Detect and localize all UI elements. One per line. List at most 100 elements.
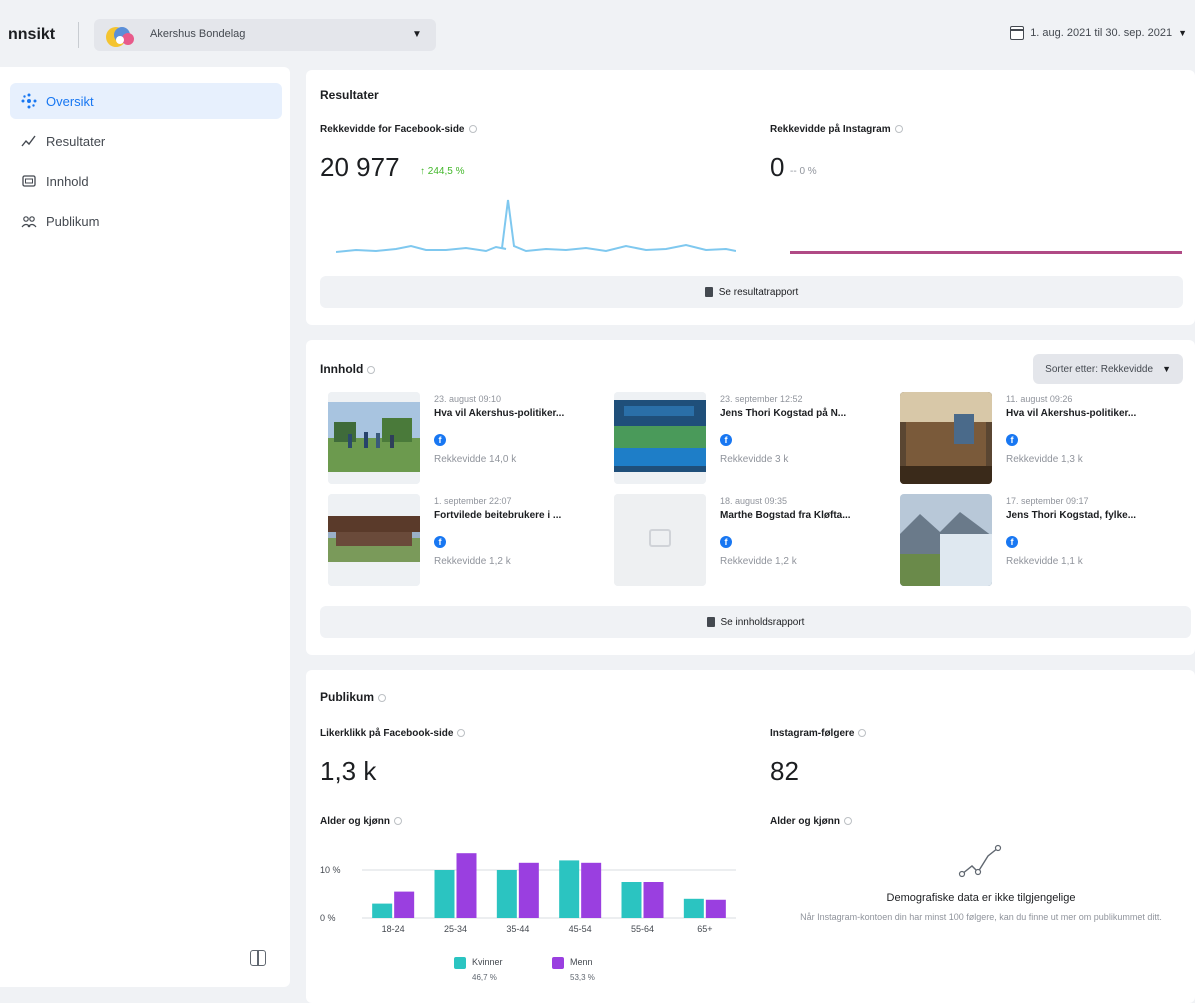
- post-date: 23. august 09:10: [434, 394, 502, 404]
- post-thumbnail[interactable]: [614, 494, 706, 586]
- date-range-label: 1. aug. 2021 til 30. sep. 2021: [1030, 27, 1173, 39]
- facebook-likes-value: 1,3 k: [320, 756, 377, 786]
- x-tick-label: 18-24: [382, 924, 405, 934]
- sidebar-item-resultater[interactable]: Resultater: [10, 123, 282, 159]
- bar-kvinner-35-44[interactable]: [496, 870, 517, 918]
- document-icon: [706, 617, 715, 627]
- bar-menn-35-44[interactable]: [518, 862, 539, 918]
- post-date: 1. september 22:07: [434, 496, 512, 506]
- post-title[interactable]: Hva vil Akershus-politiker...: [434, 408, 564, 419]
- info-icon[interactable]: [894, 125, 903, 134]
- sidebar-item-publikum[interactable]: Publikum: [10, 203, 282, 239]
- bar-kvinner-45-54[interactable]: [559, 860, 580, 918]
- post-thumbnail[interactable]: [328, 494, 420, 586]
- post-date: 17. september 09:17: [1006, 496, 1089, 506]
- info-icon[interactable]: [367, 365, 376, 374]
- demographics-empty-text: Når Instagram-kontoen din har minst 100 …: [800, 912, 1162, 922]
- age-gender-chart: 10 % 0 % 18-24 25-34 35-44 45-54 55-64 65+: [320, 853, 736, 934]
- instagram-reach-sparkline: [790, 251, 1182, 254]
- account-selector[interactable]: Akershus Bondelag ▼: [94, 19, 436, 51]
- results-card: Resultater Rekkevidde for Facebook-side …: [306, 70, 1195, 325]
- results-title: Resultater: [320, 88, 379, 102]
- info-icon[interactable]: [468, 125, 477, 134]
- overview-icon: [20, 92, 38, 110]
- post-item[interactable]: 1. september 22:07 Fortvilede beitebruke…: [328, 494, 608, 586]
- post-item[interactable]: 18. august 09:35 Marthe Bogstad fra Kløf…: [614, 494, 894, 586]
- instagram-age-gender-label-text: Alder og kjønn: [770, 816, 840, 827]
- post-item[interactable]: 11. august 09:26 Hva vil Akershus-politi…: [900, 392, 1180, 484]
- facebook-icon: f: [720, 434, 732, 446]
- date-range-picker[interactable]: 1. aug. 2021 til 30. sep. 2021 ▼: [1010, 24, 1187, 42]
- info-icon[interactable]: [844, 817, 852, 826]
- audience-title-text: Publikum: [320, 690, 375, 704]
- instagram-reach-label-text: Rekkevidde på Instagram: [770, 124, 891, 135]
- facebook-icon: f: [434, 536, 446, 548]
- post-reach: Rekkevidde 1,1 k: [1006, 556, 1083, 567]
- bar-kvinner-18-24[interactable]: [372, 903, 393, 918]
- instagram-reach-label: Rekkevidde på Instagram: [770, 124, 903, 135]
- post-reach: Rekkevidde 1,2 k: [434, 556, 511, 567]
- post-thumbnail[interactable]: [328, 392, 420, 484]
- top-bar: nnsikt Akershus Bondelag ▼ 1. aug. 2021 …: [0, 0, 1195, 64]
- post-item[interactable]: 17. september 09:17 Jens Thori Kogstad, …: [900, 494, 1180, 586]
- sort-label: Sorter etter: Rekkevidde: [1045, 363, 1153, 375]
- x-tick-label: 45-54: [569, 924, 592, 934]
- instagram-reach-change: -- 0 %: [790, 166, 817, 177]
- sidebar-item-innhold[interactable]: Innhold: [10, 163, 282, 199]
- post-thumbnail[interactable]: [614, 392, 706, 484]
- x-tick-label: 55-64: [631, 924, 654, 934]
- content-title: Innhold: [320, 362, 376, 376]
- audience-icon: [20, 212, 38, 230]
- bar-menn-65+[interactable]: [705, 899, 726, 918]
- empty-chart-icon: [958, 844, 1002, 878]
- instagram-age-gender-label: Alder og kjønn: [770, 816, 852, 827]
- legend-label-menn: Menn: [570, 957, 593, 967]
- results-report-label: Se resultatrapport: [718, 286, 799, 298]
- post-item[interactable]: 23. august 09:10 Hva vil Akershus-politi…: [328, 392, 608, 484]
- post-date: 11. august 09:26: [1006, 394, 1073, 404]
- bar-menn-45-54[interactable]: [581, 862, 602, 918]
- app-title: nnsikt: [8, 26, 56, 43]
- content-icon: [20, 172, 38, 190]
- post-thumbnail[interactable]: [900, 494, 992, 586]
- post-title[interactable]: Marthe Bogstad fra Kløfta...: [720, 510, 851, 521]
- age-gender-label-text: Alder og kjønn: [320, 816, 390, 827]
- info-icon[interactable]: [858, 729, 867, 738]
- audience-title: Publikum: [320, 690, 387, 704]
- post-thumbnail[interactable]: [900, 392, 992, 484]
- instagram-followers-label-text: Instagram-følgere: [770, 728, 855, 739]
- bar-menn-25-34[interactable]: [456, 853, 477, 918]
- post-title[interactable]: Fortvilede beitebrukere i ...: [434, 510, 561, 521]
- bar-menn-18-24[interactable]: [394, 891, 415, 918]
- x-tick-label: 65+: [697, 924, 712, 934]
- facebook-icon: f: [720, 536, 732, 548]
- instagram-followers-label: Instagram-følgere: [770, 728, 867, 739]
- info-icon[interactable]: [378, 693, 387, 702]
- info-icon[interactable]: [457, 729, 466, 738]
- post-reach: Rekkevidde 1,2 k: [720, 556, 797, 567]
- bar-kvinner-25-34[interactable]: [434, 870, 455, 918]
- post-reach: Rekkevidde 14,0 k: [434, 454, 517, 465]
- results-report-button[interactable]: Se resultatrapport: [320, 276, 1183, 308]
- collapse-sidebar-icon[interactable]: [250, 950, 266, 966]
- calendar-icon: [1010, 26, 1025, 40]
- chevron-down-icon: ▼: [1178, 28, 1187, 38]
- info-icon[interactable]: [394, 817, 402, 826]
- bar-menn-55-64[interactable]: [643, 882, 664, 918]
- bar-kvinner-65+[interactable]: [683, 898, 704, 918]
- y-tick-label: 10 %: [320, 865, 341, 875]
- sort-dropdown[interactable]: Sorter etter: Rekkevidde ▼: [1033, 354, 1183, 384]
- x-tick-label: 25-34: [444, 924, 467, 934]
- sidebar-item-label: Resultater: [46, 133, 106, 149]
- post-title[interactable]: Jens Thori Kogstad, fylke...: [1006, 510, 1136, 521]
- y-tick-label: 0 %: [320, 913, 336, 923]
- post-item[interactable]: 23. september 12:52 Jens Thori Kogstad p…: [614, 392, 894, 484]
- post-title[interactable]: Jens Thori Kogstad på N...: [720, 408, 846, 419]
- sidebar-item-oversikt[interactable]: Oversikt: [10, 83, 282, 119]
- content-title-text: Innhold: [320, 362, 364, 376]
- bar-kvinner-55-64[interactable]: [621, 882, 642, 918]
- sidebar-item-label: Oversikt: [46, 93, 94, 109]
- post-title[interactable]: Hva vil Akershus-politiker...: [1006, 408, 1136, 419]
- content-report-button[interactable]: Se innholdsrapport: [320, 606, 1191, 638]
- instagram-followers-value: 82: [770, 756, 799, 786]
